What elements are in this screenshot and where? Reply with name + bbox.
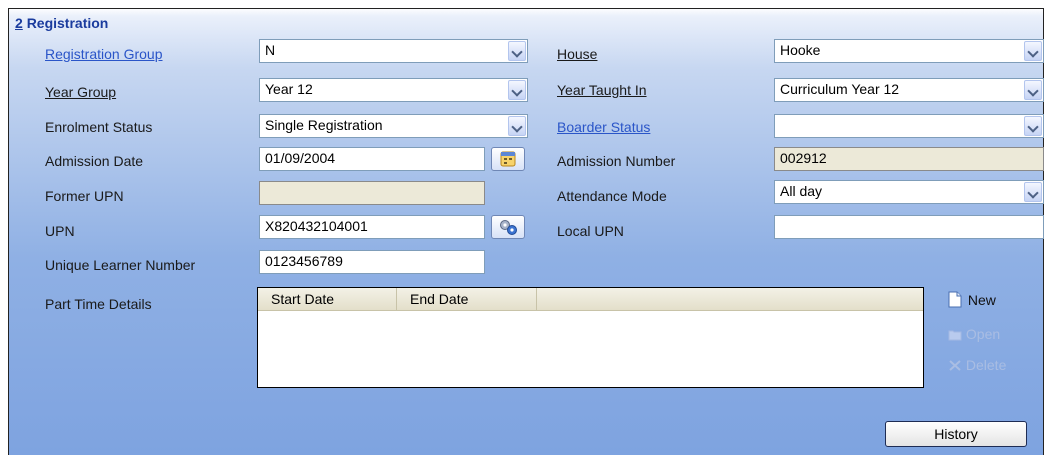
year-group-label: Year Group	[45, 84, 117, 100]
registration-group-combo[interactable]: N	[259, 39, 528, 63]
generate-upn-button[interactable]	[491, 215, 525, 239]
year-group-combo[interactable]: Year 12	[259, 78, 528, 102]
part-time-grid[interactable]: Start Date End Date	[257, 287, 924, 388]
upn-value: X820432104001	[265, 218, 368, 234]
calendar-icon	[500, 151, 516, 167]
new-button-label: New	[967, 292, 996, 308]
chevron-down-icon[interactable]	[508, 116, 526, 136]
admission-number-label: Admission Number	[557, 153, 676, 169]
enrolment-status-label: Enrolment Status	[45, 119, 153, 135]
new-button[interactable]: New	[948, 291, 996, 308]
admission-number-field: 002912	[774, 147, 1044, 171]
boarder-status-combo[interactable]	[774, 114, 1044, 138]
house-combo[interactable]: Hooke	[774, 39, 1044, 63]
chevron-down-icon[interactable]	[508, 80, 526, 100]
year-group-value: Year 12	[265, 81, 313, 97]
registration-panel: 2 Registration Registration Group N Hous…	[8, 8, 1044, 455]
house-label: House	[557, 46, 598, 62]
upn-label: UPN	[45, 223, 75, 239]
delete-button-label: Delete	[965, 357, 1007, 373]
former-upn-label: Former UPN	[45, 188, 124, 204]
admission-number-value: 002912	[780, 150, 827, 166]
local-upn-field[interactable]	[774, 215, 1044, 239]
delete-button: Delete	[948, 357, 1006, 373]
part-time-details-label: Part Time Details	[45, 296, 152, 312]
open-button-label: Open	[965, 326, 1001, 342]
chevron-down-icon[interactable]	[1024, 80, 1042, 100]
grid-column-end-date[interactable]: End Date	[397, 288, 537, 310]
boarder-status-label[interactable]: Boarder Status	[557, 119, 650, 135]
admission-date-value: 01/09/2004	[265, 150, 336, 166]
admission-date-label: Admission Date	[45, 153, 144, 169]
enrolment-status-value: Single Registration	[265, 117, 383, 133]
attendance-mode-value: All day	[780, 183, 823, 199]
delete-icon	[949, 360, 961, 371]
section-title-text: Registration	[26, 15, 109, 31]
open-button: Open	[948, 326, 1000, 342]
house-value: Hooke	[780, 42, 821, 58]
attendance-mode-combo[interactable]: All day	[774, 180, 1044, 204]
registration-group-label[interactable]: Registration Group	[45, 46, 163, 62]
section-title[interactable]: 2 Registration	[15, 15, 108, 31]
chevron-down-icon[interactable]	[508, 41, 526, 61]
history-button[interactable]: History	[885, 421, 1027, 447]
former-upn-field	[259, 181, 485, 205]
year-taught-in-label: Year Taught In	[557, 82, 647, 98]
chevron-down-icon[interactable]	[1024, 41, 1042, 61]
section-number: 2	[15, 15, 23, 31]
open-icon	[948, 330, 962, 341]
local-upn-label: Local UPN	[557, 223, 624, 239]
uln-value: 0123456789	[265, 253, 343, 269]
calendar-button[interactable]	[491, 147, 525, 171]
new-document-icon	[948, 291, 962, 308]
enrolment-status-combo[interactable]: Single Registration	[259, 114, 528, 138]
attendance-mode-label: Attendance Mode	[557, 188, 667, 204]
chevron-down-icon[interactable]	[1024, 116, 1042, 136]
uln-field[interactable]: 0123456789	[259, 250, 485, 274]
gear-icon	[500, 220, 517, 235]
chevron-down-icon[interactable]	[1024, 182, 1042, 202]
registration-group-value: N	[265, 42, 276, 58]
uln-label: Unique Learner Number	[45, 257, 196, 273]
upn-field[interactable]: X820432104001	[259, 215, 485, 239]
grid-column-start-date[interactable]: Start Date	[258, 288, 397, 310]
year-taught-in-combo[interactable]: Curriculum Year 12	[774, 78, 1044, 102]
grid-header: Start Date End Date	[258, 288, 923, 311]
admission-date-field[interactable]: 01/09/2004	[259, 147, 485, 171]
year-taught-in-value: Curriculum Year 12	[780, 81, 900, 97]
